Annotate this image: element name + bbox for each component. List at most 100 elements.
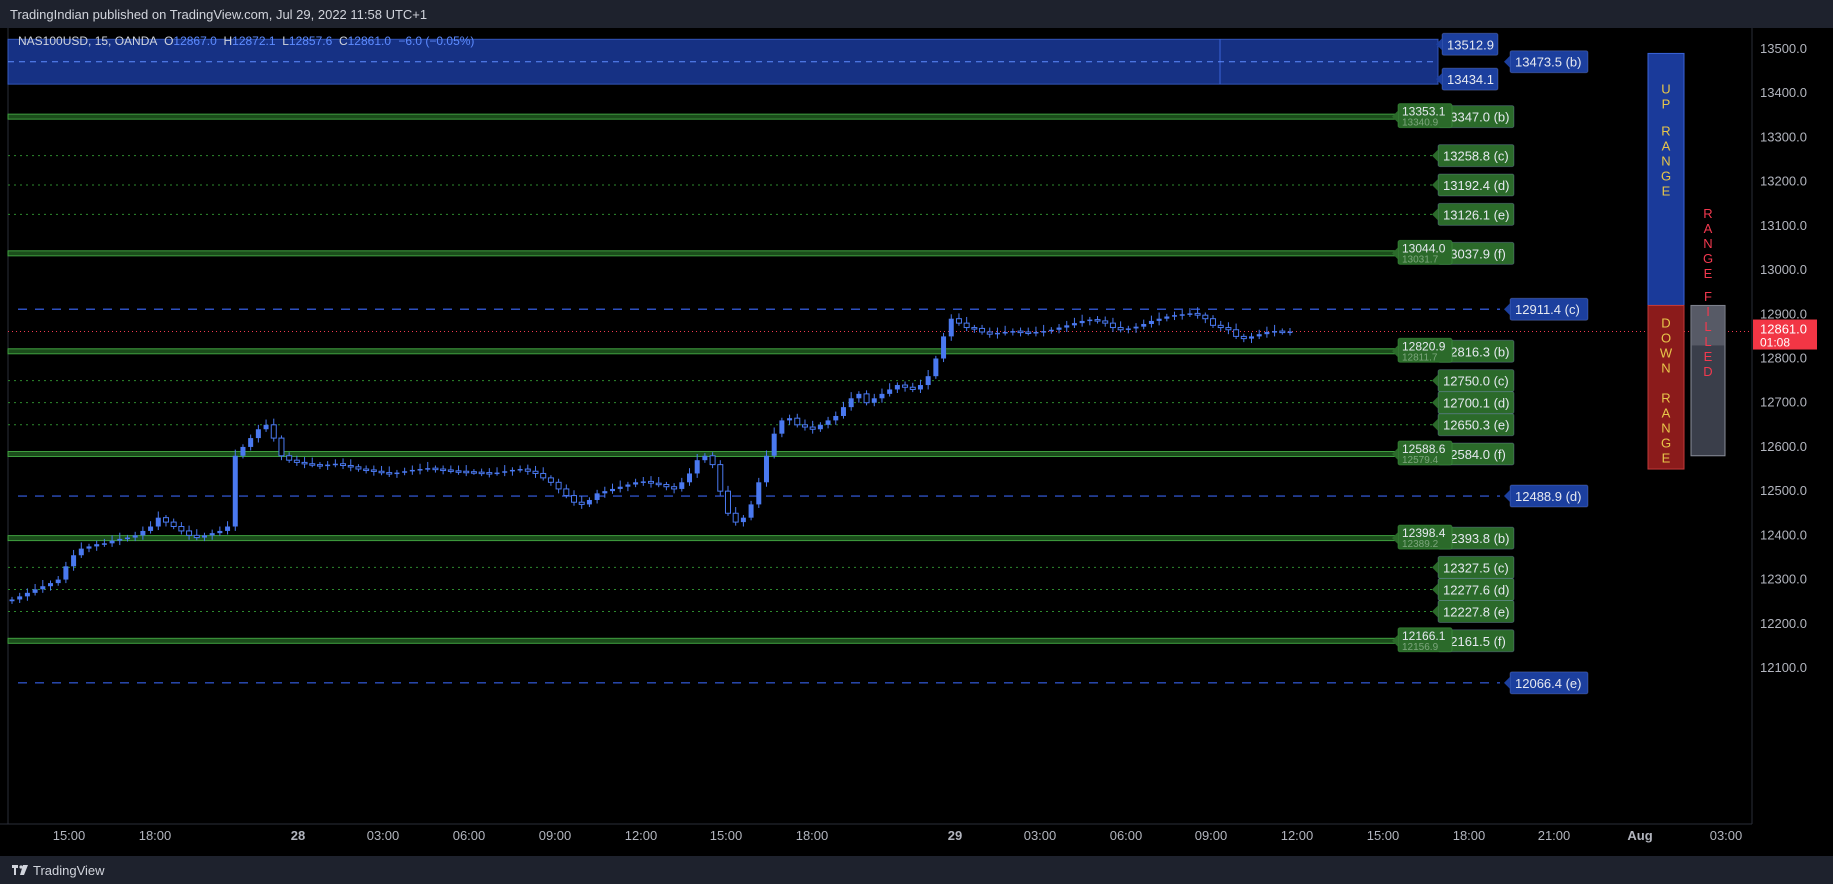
candle-body-down [1225, 327, 1232, 331]
candle-body-down [316, 464, 323, 467]
candle-body-down [724, 490, 731, 514]
candle-body-down [386, 472, 393, 475]
candle-body-up [109, 540, 115, 544]
candle-body-up [933, 358, 939, 377]
candle-body-down [986, 331, 993, 335]
candle-body-up [787, 418, 793, 421]
candle-body-up [325, 464, 331, 467]
candle-body-down [963, 322, 970, 329]
candle-body-down [648, 480, 654, 484]
candle-body-up [1141, 324, 1147, 327]
candle-body-up [941, 336, 947, 359]
candle-body-down [1240, 335, 1247, 340]
candle-body-up [417, 469, 423, 471]
candle-body-down [347, 464, 354, 468]
candle-body-up [240, 446, 246, 456]
candle-body-down [979, 327, 986, 333]
candle-body-up [55, 579, 61, 584]
y-tick-label: 12500.0 [1760, 483, 1807, 498]
up-range-letter: G [1661, 168, 1671, 183]
candle-body-up [917, 385, 923, 390]
candle-body-up [748, 504, 754, 518]
candle-body-down [955, 318, 962, 324]
candle-body-down [1194, 312, 1201, 316]
candle-body-up [332, 463, 338, 466]
candle-body-down [186, 530, 193, 536]
candle-body-up [1002, 331, 1008, 334]
candle-body-down [1117, 327, 1124, 331]
candle-body-down [378, 470, 385, 474]
candle-body-up [32, 589, 38, 593]
candle-body-up [1010, 331, 1016, 333]
candle-body-up [679, 482, 685, 489]
candle-body-down [1109, 322, 1116, 329]
footer-brand[interactable]: TradingView [33, 863, 105, 878]
x-tick-label: 12:00 [1281, 828, 1314, 843]
green-band-top-label: 12166.1 [1402, 629, 1446, 643]
candle-body-up [756, 482, 762, 505]
x-tick-label: 03:00 [1710, 828, 1743, 843]
last-price-label: 12861.0 [1760, 322, 1807, 337]
candle-body-up [1056, 327, 1062, 330]
green-band [7, 348, 1399, 355]
symbol-name[interactable]: NAS100USD, 15, OANDA [18, 34, 157, 48]
candle-body-up [1087, 319, 1093, 322]
green-dotted-label: 12650.3 (e) [1443, 418, 1510, 433]
candle-body-up [840, 407, 846, 416]
candle-body-up [132, 535, 138, 538]
candle-body-down [1017, 330, 1024, 334]
up-range-letter: U [1661, 81, 1670, 96]
candle-body-down [301, 461, 308, 465]
candle-body-up [517, 469, 523, 471]
candle-body-up [740, 517, 746, 523]
range-filled-letter: E [1704, 266, 1713, 281]
range-filled-letter: N [1703, 236, 1712, 251]
range-filled-letter: D [1703, 364, 1712, 379]
candle-body-up [825, 420, 831, 425]
green-band-top-label: 13353.1 [1402, 105, 1446, 119]
candle-body-up [394, 472, 400, 475]
down-range-letter: D [1661, 315, 1670, 330]
green-band-bottom-label: 12156.9 [1402, 642, 1439, 653]
up-range-letter: E [1662, 183, 1671, 198]
price-chart[interactable]: 12100.0 12200.0 12300.0 12400.0 12500.0 12600… [0, 28, 1833, 856]
down-range-letter: A [1662, 405, 1671, 420]
candle-body-up [640, 481, 646, 483]
candle-body-up [1264, 331, 1270, 335]
candle-body-up [1125, 328, 1131, 330]
candle-body-down [1202, 314, 1209, 320]
green-dotted-label: 12700.1 (d) [1443, 396, 1510, 411]
candle-body-down [1279, 330, 1286, 334]
candle-body-down [309, 463, 316, 466]
y-tick-label: 13300.0 [1760, 129, 1807, 144]
candle-body-down [1094, 319, 1101, 322]
candle-body-up [101, 543, 107, 545]
green-dotted-label: 13126.1 (e) [1443, 207, 1510, 222]
candle-body-up [763, 455, 769, 483]
candle-body-down [563, 488, 570, 497]
candle-body-down [578, 501, 585, 505]
candle-body-up [1064, 325, 1070, 328]
high-value: 12872.1 [232, 34, 276, 48]
candle-body-up [201, 535, 207, 538]
candle-body-down [162, 517, 169, 523]
candle-body-down [571, 495, 578, 503]
candle-body-up [879, 393, 885, 399]
candle-body-up [1071, 323, 1077, 326]
candle-body-up [71, 555, 77, 567]
candle-body-up [856, 393, 862, 399]
candle-body-down [1233, 329, 1240, 337]
green-band-level-label: 12393.8 (b) [1443, 531, 1510, 546]
up-range-letter: N [1661, 153, 1670, 168]
x-tick-label: 03:00 [1024, 828, 1057, 843]
blue-level-label: 12066.4 (e) [1515, 676, 1582, 691]
green-dotted-label: 13192.4 (d) [1443, 178, 1510, 193]
x-tick-label: 15:00 [53, 828, 86, 843]
green-dotted-label: 12277.6 (d) [1443, 582, 1510, 597]
candle-body-up [617, 486, 623, 489]
candle-body-up [117, 538, 123, 541]
blue-zone-mid-label: 13473.5 (b) [1515, 55, 1582, 70]
green-band-bottom-label: 12389.2 [1402, 539, 1439, 550]
candle-body-up [1156, 318, 1162, 321]
green-band [7, 113, 1399, 120]
